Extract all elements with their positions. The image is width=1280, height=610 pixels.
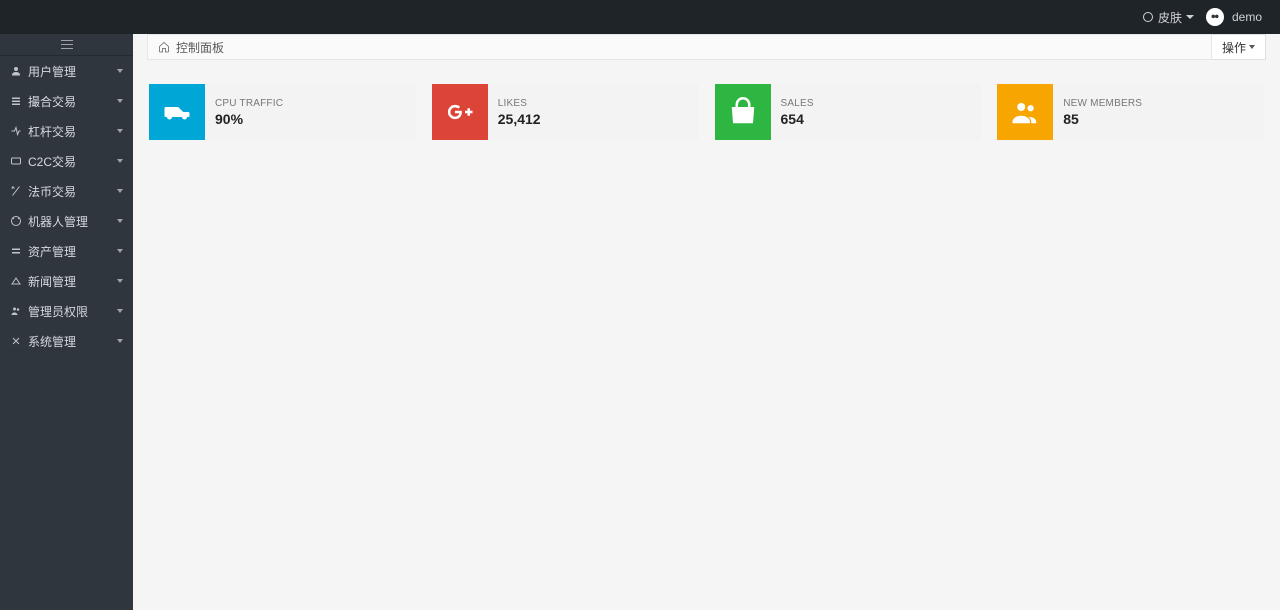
top-header: 皮肤 demo (0, 0, 1280, 34)
menu-icon (61, 40, 73, 49)
shopping-bag-icon (715, 84, 771, 140)
sidebar-item-label: 新闻管理 (28, 273, 76, 290)
chevron-down-icon (1186, 15, 1194, 19)
skin-circle-icon (1143, 12, 1153, 22)
operations-label: 操作 (1222, 39, 1246, 56)
breadcrumb-title: 控制面板 (176, 39, 224, 56)
sidebar-item-user-mgmt[interactable]: 用户管理 (0, 56, 133, 86)
skin-selector[interactable]: 皮肤 (1143, 9, 1194, 26)
sidebar-item-label: 法币交易 (28, 183, 76, 200)
chevron-down-icon (117, 249, 123, 253)
sidebar-item-fiat[interactable]: 法币交易 (0, 176, 133, 206)
chevron-down-icon (117, 339, 123, 343)
sidebar-item-news[interactable]: 新闻管理 (0, 266, 133, 296)
stat-cards: CPU TRAFFIC 90% LIKES 25,412 SALES (133, 84, 1280, 140)
news-icon (10, 275, 22, 287)
avatar[interactable] (1206, 8, 1224, 26)
sidebar-item-asset[interactable]: 资产管理 (0, 236, 133, 266)
stat-card-cpu: CPU TRAFFIC 90% (149, 84, 416, 140)
user-icon (10, 65, 22, 77)
asset-icon (10, 245, 22, 257)
users-icon (997, 84, 1053, 140)
chevron-down-icon (117, 279, 123, 283)
sidebar-item-label: 资产管理 (28, 243, 76, 260)
ambulance-icon (149, 84, 205, 140)
c2c-icon (10, 155, 22, 167)
stat-value: 85 (1063, 111, 1254, 127)
sidebar-item-label: 用户管理 (28, 63, 76, 80)
leverage-icon (10, 125, 22, 137)
stat-card-likes: LIKES 25,412 (432, 84, 699, 140)
avatar-icon (1208, 10, 1222, 24)
sidebar-item-system[interactable]: 系统管理 (0, 326, 133, 356)
sidebar-item-label: 机器人管理 (28, 213, 88, 230)
system-icon (10, 335, 22, 347)
stat-value: 90% (215, 111, 406, 127)
sidebar-item-label: 管理员权限 (28, 303, 88, 320)
chevron-down-icon (117, 219, 123, 223)
sidebar-item-label: 杠杆交易 (28, 123, 76, 140)
stat-value: 654 (781, 111, 972, 127)
username-label: demo (1232, 10, 1262, 24)
sidebar-item-label: 撮合交易 (28, 93, 76, 110)
stat-label: NEW MEMBERS (1063, 98, 1254, 109)
operations-button[interactable]: 操作 (1212, 34, 1266, 60)
sidebar: 用户管理 撮合交易 杠杆交易 C2C交易 法币交易 机器人管理 资产管理 新闻 (0, 34, 133, 610)
stat-value: 25,412 (498, 111, 689, 127)
sidebar-item-exchange[interactable]: 撮合交易 (0, 86, 133, 116)
sidebar-item-robot[interactable]: 机器人管理 (0, 206, 133, 236)
stat-label: CPU TRAFFIC (215, 98, 406, 109)
chevron-down-icon (117, 69, 123, 73)
sidebar-toggle[interactable] (0, 34, 133, 56)
robot-icon (10, 215, 22, 227)
stat-label: LIKES (498, 98, 689, 109)
sidebar-item-admin[interactable]: 管理员权限 (0, 296, 133, 326)
admin-icon (10, 305, 22, 317)
stat-card-sales: SALES 654 (715, 84, 982, 140)
chevron-down-icon (117, 129, 123, 133)
skin-label: 皮肤 (1158, 9, 1182, 26)
stat-label: SALES (781, 98, 972, 109)
sidebar-item-leverage[interactable]: 杠杆交易 (0, 116, 133, 146)
chevron-down-icon (117, 99, 123, 103)
chevron-down-icon (117, 159, 123, 163)
chevron-down-icon (1249, 45, 1255, 49)
main-content: 控制面板 操作 CPU TRAFFIC 90% (133, 34, 1280, 610)
chevron-down-icon (117, 189, 123, 193)
sidebar-item-c2c[interactable]: C2C交易 (0, 146, 133, 176)
google-plus-icon (432, 84, 488, 140)
stat-card-newmembers: NEW MEMBERS 85 (997, 84, 1264, 140)
exchange-icon (10, 95, 22, 107)
sidebar-item-label: 系统管理 (28, 333, 76, 350)
breadcrumb: 控制面板 (147, 34, 1212, 60)
chevron-down-icon (117, 309, 123, 313)
home-icon (158, 41, 170, 53)
fiat-icon (10, 185, 22, 197)
sidebar-item-label: C2C交易 (28, 153, 76, 170)
